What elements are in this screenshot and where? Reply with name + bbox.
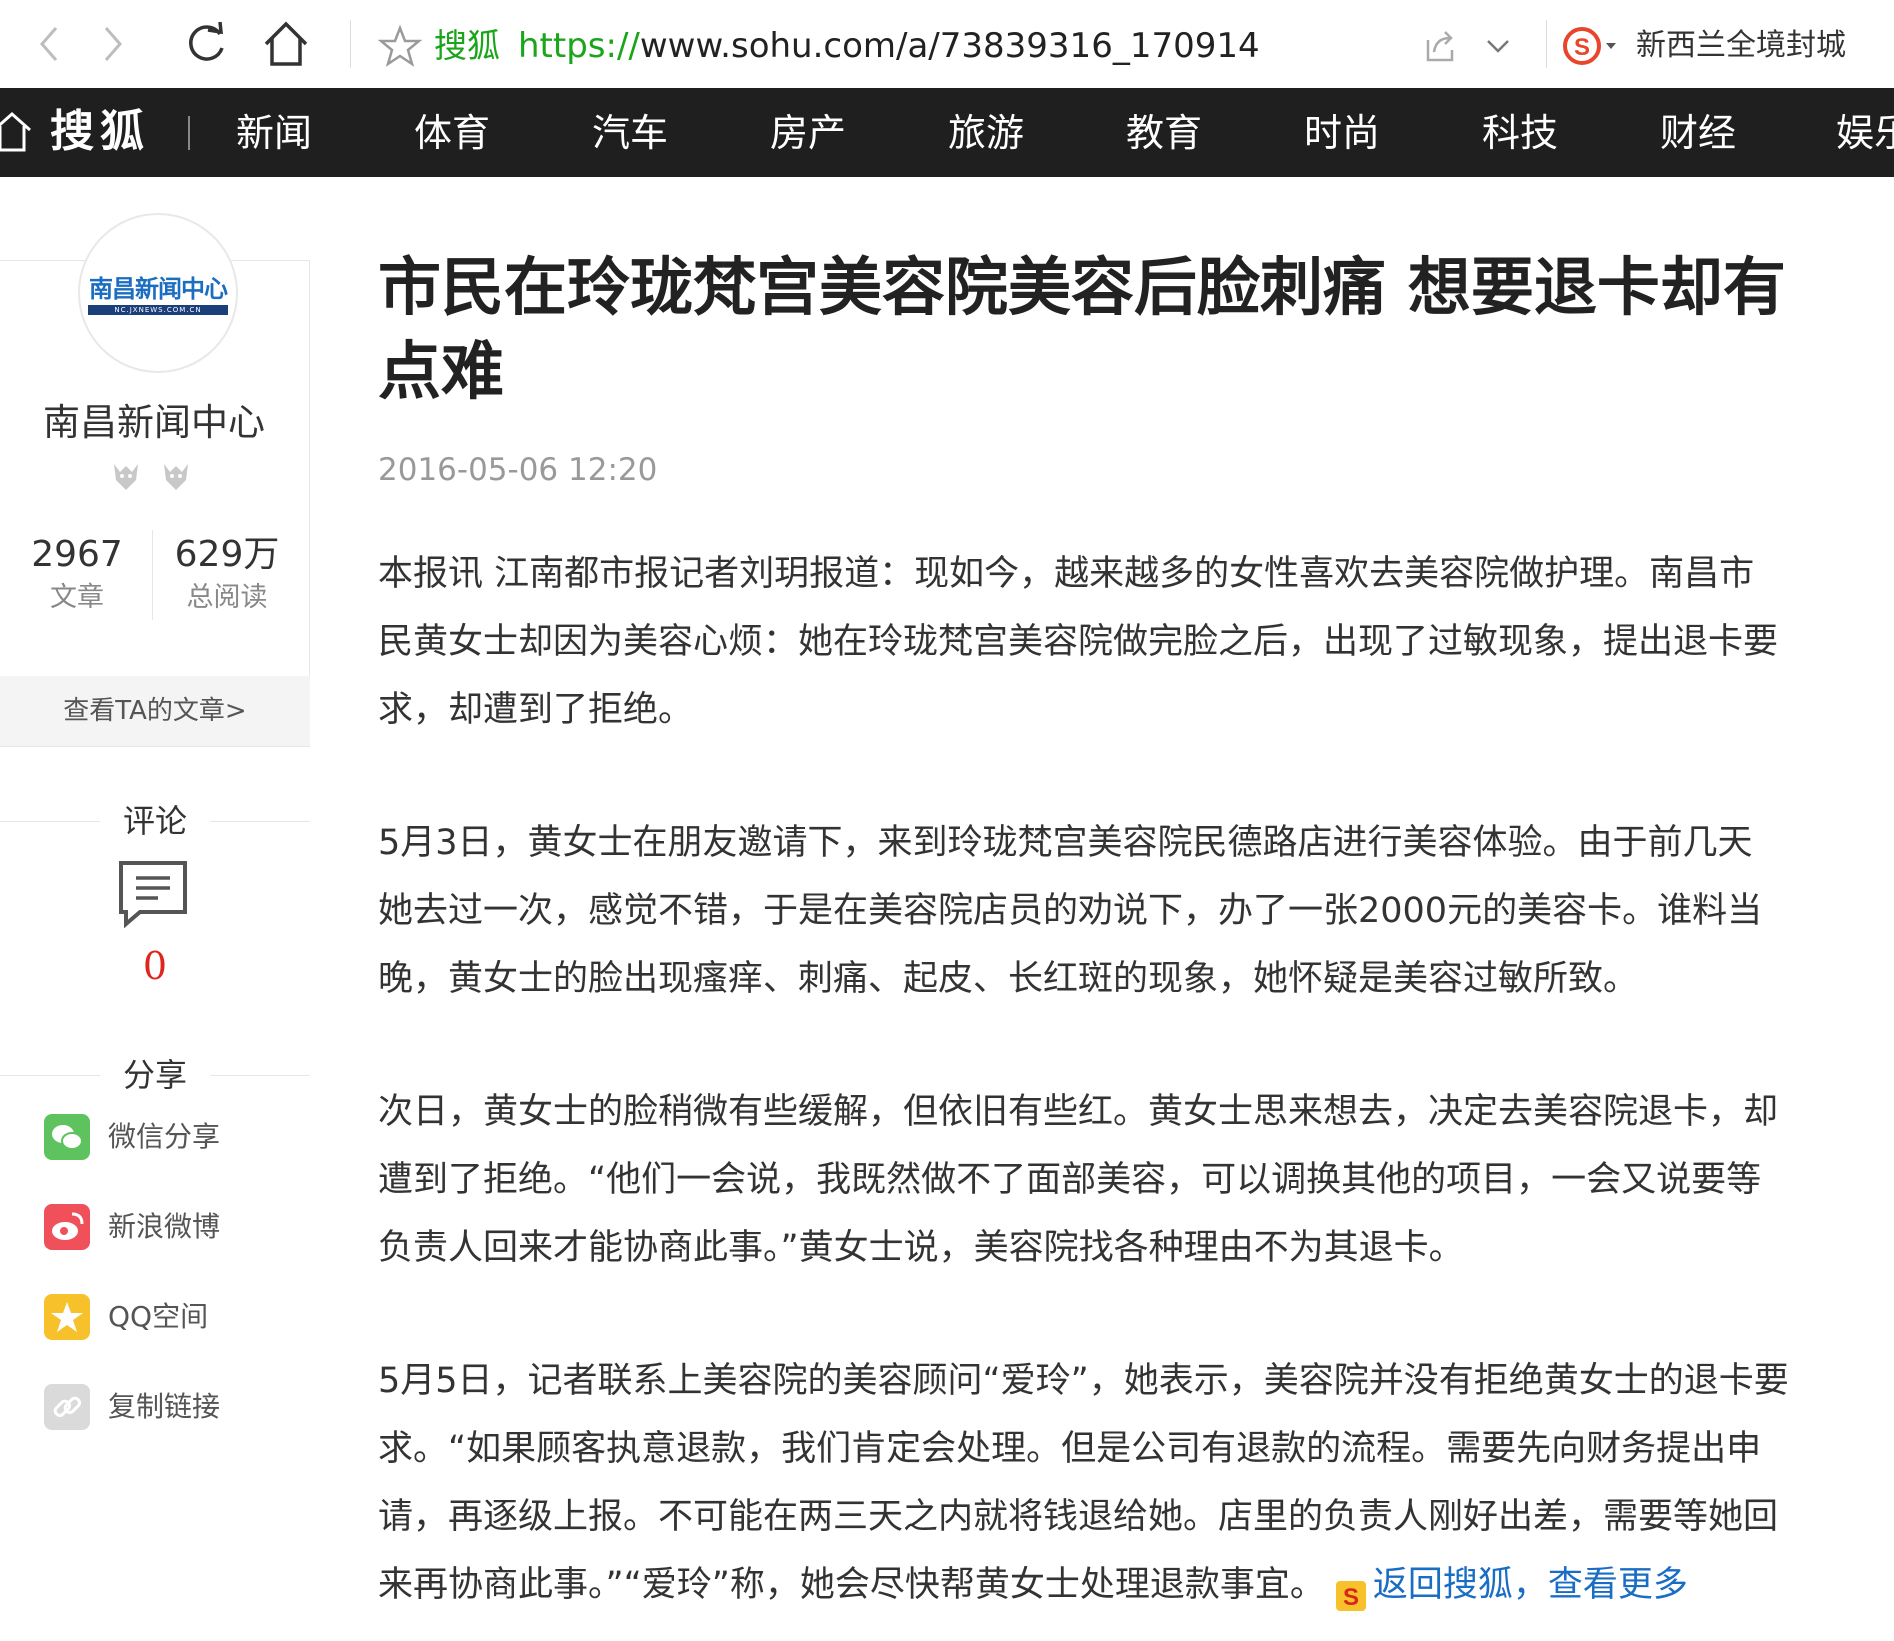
paragraph-line: 求。“如果顾客执意退款，我们肯定会处理。但是公司有退款的流程。需要先向财务提出申 bbox=[378, 1429, 1762, 1469]
paragraph-line: 次日，黄女士的脸稍微有些缓解，但依旧有些红。黄女士思来想去，决定去美容院退卡，却 bbox=[378, 1092, 1779, 1132]
author-badges bbox=[106, 456, 206, 496]
comments-section-header: 评论 bbox=[0, 796, 310, 846]
paragraph-line: 晚，黄女士的脸出现瘙痒、刺痛、起皮、长红斑的现象，她怀疑是美容过敏所致。 bbox=[378, 959, 1639, 999]
stat-reads: 629万 总阅读 bbox=[152, 532, 302, 618]
reads-count: 629万 bbox=[174, 534, 280, 575]
bookmark-button[interactable] bbox=[377, 24, 423, 68]
address-dropdown-button[interactable] bbox=[1478, 26, 1518, 66]
sohu-small-logo-icon: S bbox=[1335, 1567, 1367, 1611]
reload-button[interactable] bbox=[184, 18, 232, 70]
paragraph-line: 5月5日，记者联系上美容院的美容顾问“爱玲”，她表示，美容院并没有拒绝黄女士的退… bbox=[378, 1361, 1789, 1401]
star-icon bbox=[377, 24, 423, 67]
nav-item-tech[interactable]: 科技 bbox=[1482, 104, 1558, 162]
share-qzone-label: QQ空间 bbox=[108, 1300, 209, 1333]
copy-link-button[interactable]: 复制链接 bbox=[44, 1382, 304, 1432]
article-title: 市民在玲珑梵宫美容院美容后脸刺痛 想要退卡却有 点难 bbox=[378, 246, 1818, 414]
hot-search-link[interactable]: 新西兰全境封城 bbox=[1636, 24, 1846, 68]
comments-title: 评论 bbox=[122, 802, 187, 840]
svg-text:S: S bbox=[1574, 34, 1590, 61]
avatar-logo-subtext: NC.JXNEWS.COM.CN bbox=[114, 306, 202, 314]
paragraph-line: 民黄女士却因为美容心烦：她在玲珑梵宫美容院做完脸之后，出现了过敏现象，提出退卡要 bbox=[378, 622, 1779, 662]
paragraph-line: 来再协商此事。”“爱玲”称，她会尽快帮黄女士处理退款事宜。 bbox=[378, 1565, 1325, 1605]
paragraph-line: 5月3日，黄女士在朋友邀请下，来到玲珑梵宫美容院民德路店进行美容体验。由于前几天 bbox=[378, 823, 1753, 863]
copy-link-label: 复制链接 bbox=[108, 1390, 221, 1423]
stat-articles: 2967 文章 bbox=[2, 532, 152, 618]
url-scheme: https:// bbox=[518, 26, 640, 66]
share-qzone-button[interactable]: QQ空间 bbox=[44, 1292, 304, 1342]
address-bar[interactable]: https://www.sohu.com/a/73839316_170914 bbox=[518, 24, 1260, 68]
nav-item-entertainment[interactable]: 娱乐 bbox=[1836, 104, 1894, 162]
paragraph-line: 她去过一次，感觉不错，于是在美容院店员的劝说下，办了一张2000元的美容卡。谁料… bbox=[378, 891, 1763, 931]
view-author-articles-link[interactable]: 查看TA的文章> bbox=[0, 676, 310, 746]
chevron-right-icon bbox=[104, 27, 122, 61]
author-name[interactable]: 南昌新闻中心 bbox=[0, 392, 308, 446]
article-paragraph: 5月5日，记者联系上美容院的美容顾问“爱玲”，她表示，美容院并没有拒绝黄女士的退… bbox=[378, 1347, 1828, 1619]
reads-label: 总阅读 bbox=[186, 582, 268, 613]
article-title-line: 点难 bbox=[378, 335, 504, 408]
articles-label: 文章 bbox=[50, 582, 104, 613]
toolbar-divider bbox=[1546, 20, 1547, 68]
avatar[interactable]: 南昌新闻中心 NC.JXNEWS.COM.CN bbox=[78, 213, 238, 373]
share-title: 分享 bbox=[122, 1056, 187, 1094]
share-wechat-button[interactable]: 微信分享 bbox=[44, 1112, 304, 1162]
avatar-logo-text: 南昌新闻中心 bbox=[89, 275, 228, 303]
svg-text:S: S bbox=[1343, 1584, 1359, 1611]
nav-item-travel[interactable]: 旅游 bbox=[948, 104, 1024, 162]
article-paragraph: 次日，黄女士的脸稍微有些缓解，但依旧有些红。黄女士思来想去，决定去美容院退卡，却… bbox=[378, 1078, 1828, 1282]
paragraph-line: 求，却遭到了拒绝。 bbox=[378, 690, 694, 730]
nav-item-sports[interactable]: 体育 bbox=[414, 104, 490, 162]
paragraph-line: 遭到了拒绝。“他们一会说，我既然做不了面部美容，可以调换其他的项目，一会又说要等 bbox=[378, 1160, 1762, 1200]
comment-icon[interactable] bbox=[118, 860, 188, 929]
forward-button[interactable] bbox=[88, 18, 136, 70]
wechat-icon bbox=[44, 1114, 90, 1160]
qzone-icon bbox=[44, 1294, 90, 1340]
share-wechat-label: 微信分享 bbox=[108, 1120, 221, 1153]
weibo-icon bbox=[44, 1204, 90, 1250]
article-paragraph: 本报讯 江南都市报记者刘玥报道：现如今，越来越多的女性喜欢去美容院做护理。南昌市… bbox=[378, 540, 1828, 744]
site-name: 搜狐 bbox=[434, 26, 500, 65]
fox-badge-icon bbox=[114, 464, 188, 490]
comment-count[interactable]: 0 bbox=[0, 944, 310, 988]
back-to-sohu-link[interactable]: 返回搜狐，查看更多 bbox=[1373, 1565, 1688, 1605]
article-date: 2016-05-06 12:20 bbox=[378, 452, 658, 488]
nav-item-realestate[interactable]: 房产 bbox=[770, 104, 846, 162]
paragraph-line: 负责人回来才能协商此事。”黄女士说，美容院找各种理由不为其退卡。 bbox=[378, 1228, 1464, 1268]
share-icon bbox=[1426, 31, 1454, 62]
paragraph-line: 请，再逐级上报。不可能在两三天之内就将钱退给她。店里的负责人刚好出差，需要等她回 bbox=[378, 1497, 1779, 1537]
chevron-down-icon bbox=[1487, 40, 1509, 53]
nav-item-fashion[interactable]: 时尚 bbox=[1304, 104, 1380, 162]
house-icon bbox=[264, 21, 308, 66]
sohu-nav-bar: 搜狐 新闻 体育 汽车 房产 旅游 教育 时尚 科技 财经 娱乐 bbox=[0, 88, 1894, 177]
article-paragraph: 5月3日，黄女士在朋友邀请下，来到玲珑梵宫美容院民德路店进行美容体验。由于前几天… bbox=[378, 809, 1828, 1013]
home-button[interactable] bbox=[262, 18, 310, 70]
url-path: www.sohu.com/a/73839316_170914 bbox=[639, 26, 1260, 66]
nav-item-education[interactable]: 教育 bbox=[1126, 104, 1202, 162]
link-icon bbox=[44, 1384, 90, 1430]
chevron-left-icon bbox=[40, 27, 58, 61]
toolbar-divider bbox=[350, 20, 351, 68]
home-icon[interactable] bbox=[0, 110, 36, 154]
share-weibo-button[interactable]: 新浪微博 bbox=[44, 1202, 304, 1252]
sogou-icon: S bbox=[1563, 27, 1616, 65]
article-title-line: 市民在玲珑梵宫美容院美容后脸刺痛 想要退卡却有 bbox=[378, 251, 1786, 324]
back-button[interactable] bbox=[26, 18, 74, 70]
share-section-header: 分享 bbox=[0, 1050, 310, 1100]
nav-item-finance[interactable]: 财经 bbox=[1660, 104, 1736, 162]
nav-divider bbox=[188, 116, 190, 150]
paragraph-line: 本报讯 江南都市报记者刘玥报道：现如今，越来越多的女性喜欢去美容院做护理。南昌市 bbox=[378, 554, 1755, 594]
search-engine-selector[interactable]: S bbox=[1562, 24, 1622, 68]
nav-item-news[interactable]: 新闻 bbox=[236, 104, 312, 162]
share-weibo-label: 新浪微博 bbox=[108, 1210, 221, 1243]
reload-icon bbox=[189, 21, 224, 61]
browser-toolbar: 搜狐 https://www.sohu.com/a/73839316_17091… bbox=[0, 0, 1894, 89]
articles-count: 2967 bbox=[31, 534, 123, 575]
sohu-logo[interactable]: 搜狐 bbox=[50, 102, 150, 162]
share-page-button[interactable] bbox=[1420, 26, 1460, 66]
nav-item-auto[interactable]: 汽车 bbox=[592, 104, 668, 162]
